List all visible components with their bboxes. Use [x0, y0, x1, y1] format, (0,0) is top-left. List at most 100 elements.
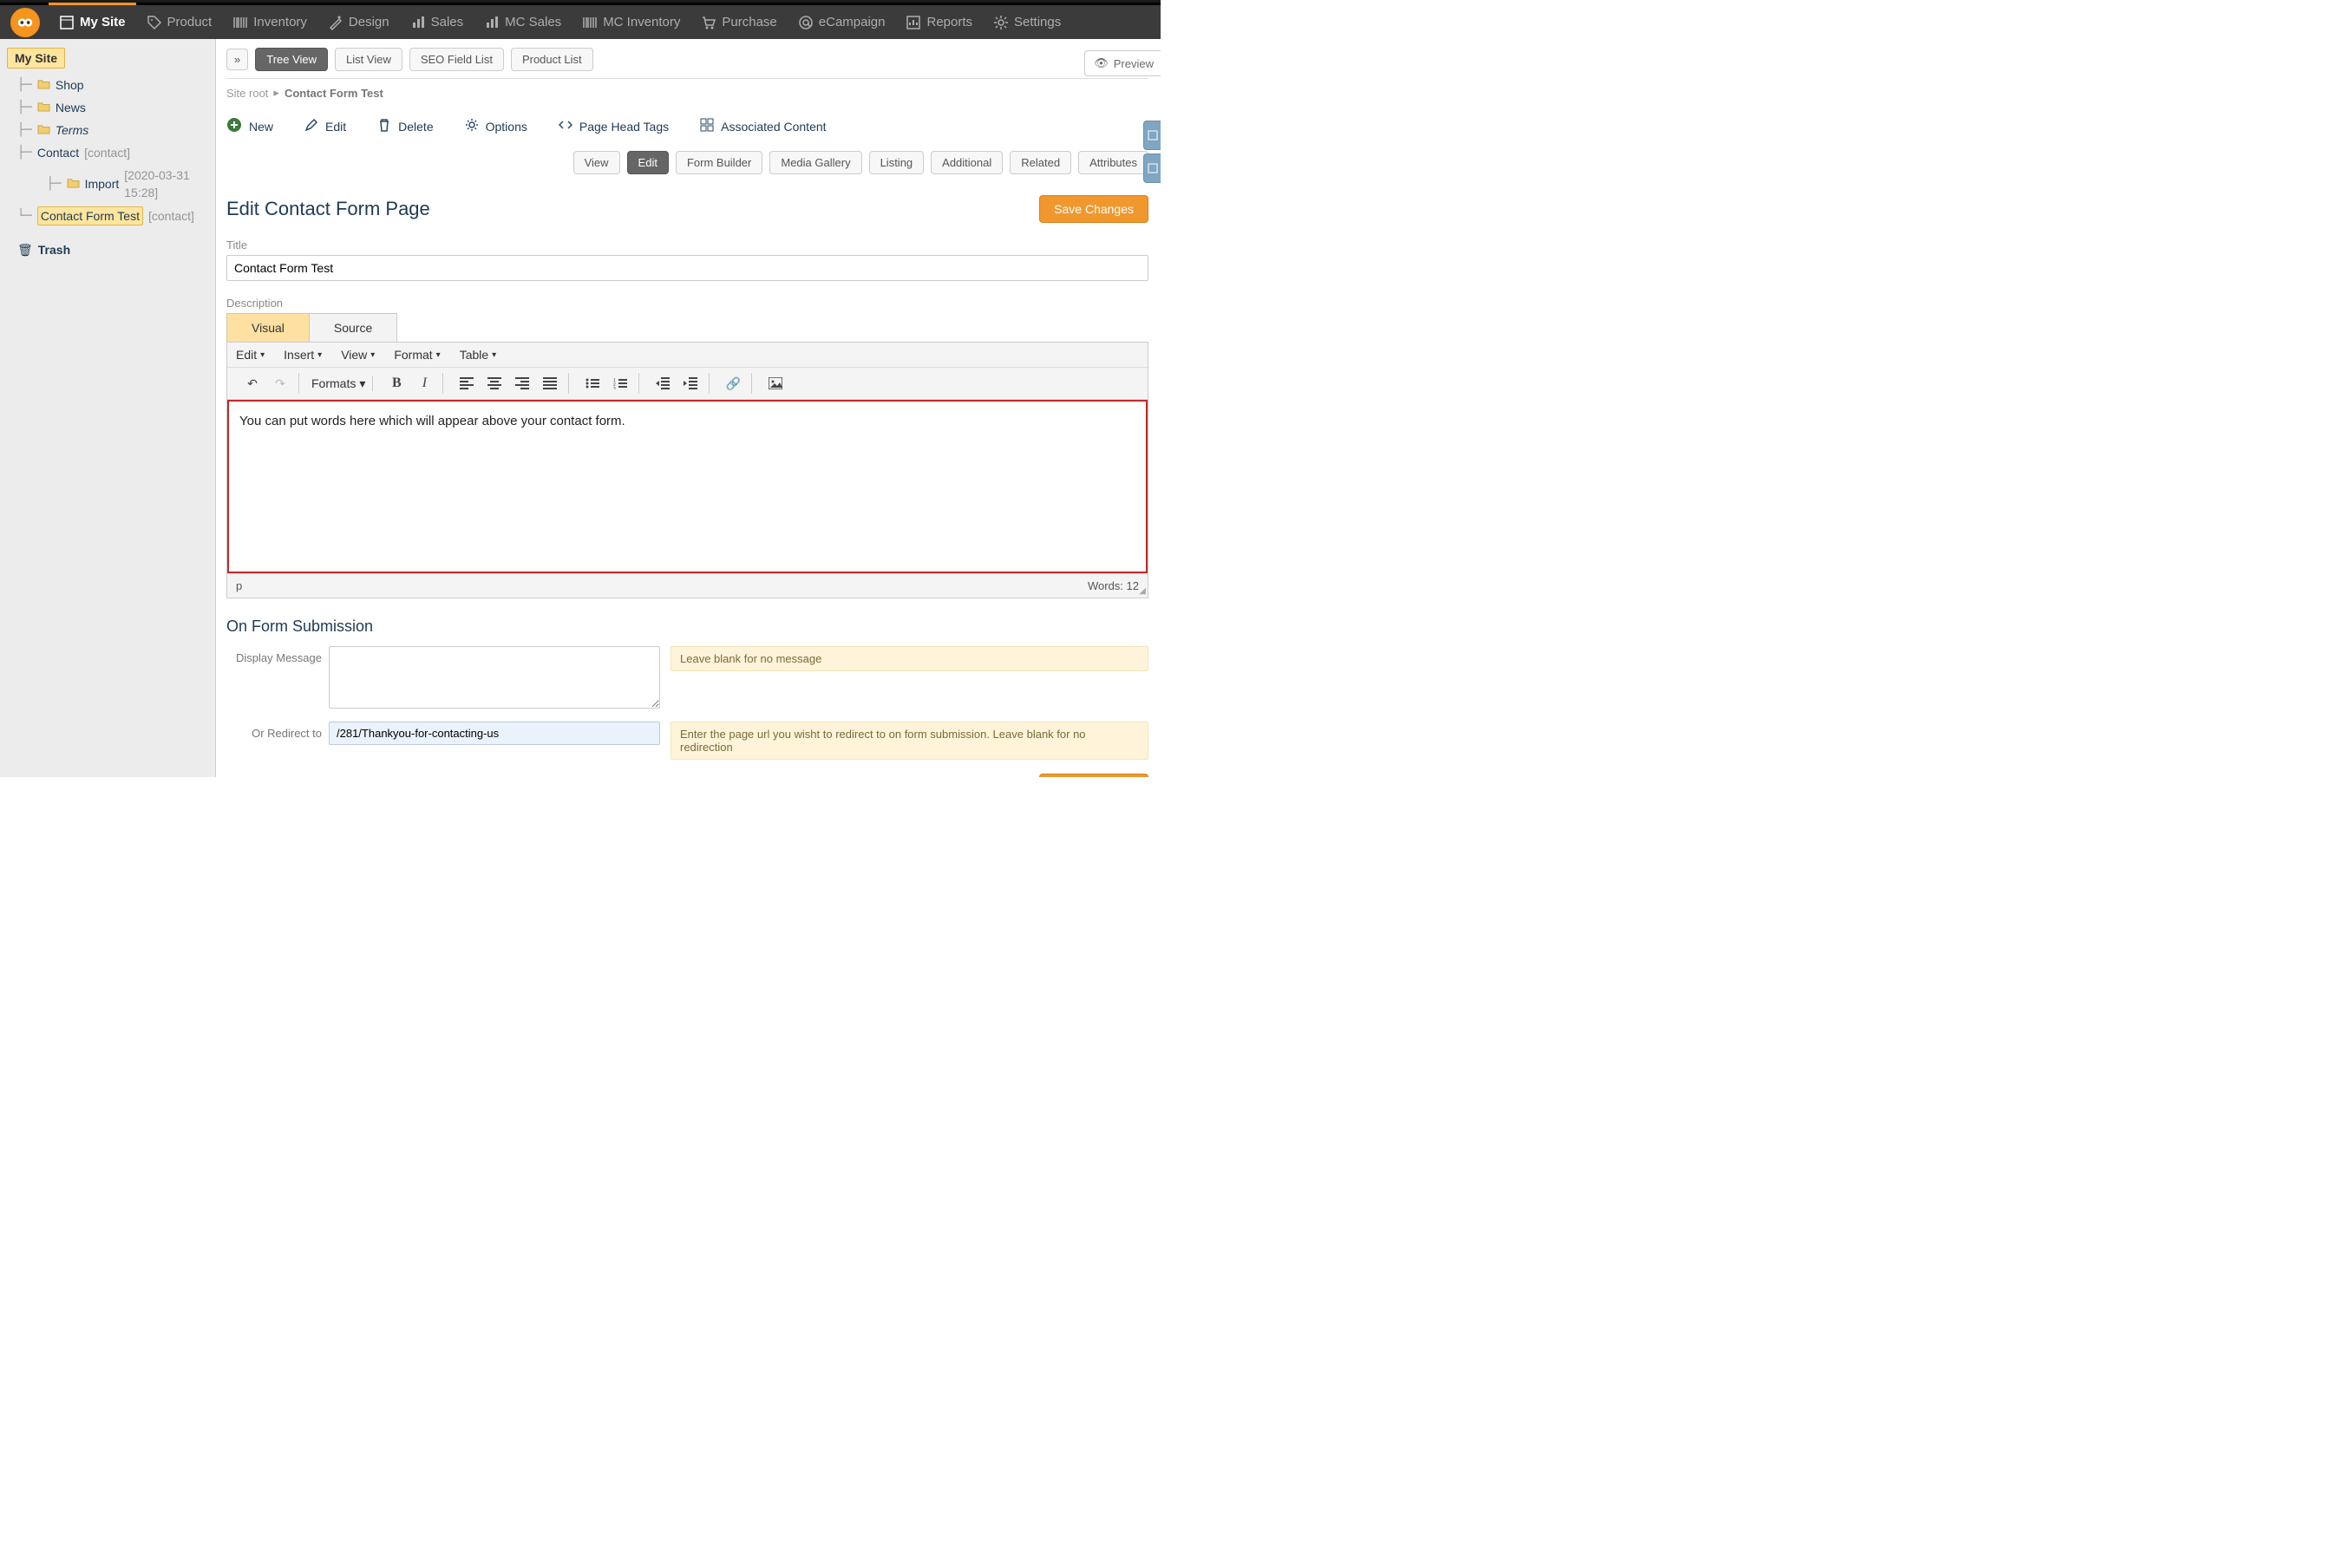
app-logo-icon[interactable] — [10, 8, 40, 37]
tree-item-news[interactable]: ├─ News — [16, 96, 208, 119]
tree-item-contact[interactable]: ├─Contact [contact] — [16, 141, 208, 164]
caret-down-icon: ▾ — [436, 350, 441, 360]
subtab-related[interactable]: Related — [1010, 151, 1071, 174]
tree-item-import[interactable]: ├─Import [2020-03-31 15:28] — [16, 164, 208, 204]
top-nav: My Site Product Inventory Design SalesMC Sal… — [0, 3, 1161, 39]
action-page-head-tags[interactable]: Page Head Tags — [559, 117, 669, 135]
editor-path[interactable]: p — [236, 579, 242, 592]
tree-label: Contact — [37, 144, 79, 161]
action-delete[interactable]: Delete — [377, 117, 433, 135]
subtab-view[interactable]: View — [573, 151, 620, 174]
nav-label: Settings — [1014, 15, 1061, 29]
nav-mc-inventory[interactable]: MC Inventory — [572, 5, 690, 39]
align-justify-icon[interactable] — [539, 373, 561, 394]
align-right-icon[interactable] — [511, 373, 533, 394]
editor-statusbar: p Words: 12 ◢ — [227, 573, 1148, 598]
sidebar-heading[interactable]: My Site — [7, 48, 65, 69]
expand-panel-button[interactable]: » — [226, 49, 248, 70]
caret-down-icon: ▾ — [317, 350, 322, 360]
folder-icon — [37, 121, 50, 139]
tree-item-shop[interactable]: ├─Shop — [16, 74, 208, 96]
nav-reports[interactable]: Reports — [895, 5, 983, 39]
side-sticky-2[interactable] — [1143, 154, 1161, 183]
viewbtn-tree-view[interactable]: Tree View — [255, 48, 328, 71]
nav-ecampaign[interactable]: eCampaign — [788, 5, 896, 39]
menu-view[interactable]: View ▾ — [341, 348, 375, 362]
tab-source[interactable]: Source — [310, 314, 396, 342]
folder-icon — [37, 99, 50, 116]
save-button-bottom[interactable]: Save Changes — [1039, 774, 1148, 777]
nav-purchase[interactable]: Purchase — [690, 5, 787, 39]
subtab-form-builder[interactable]: Form Builder — [676, 151, 762, 174]
nav-sales[interactable]: Sales — [400, 5, 474, 39]
viewbtn-seo-field-list[interactable]: SEO Field List — [409, 48, 504, 71]
nav-my-site[interactable]: My Site — [49, 5, 136, 39]
action-label: Edit — [325, 120, 346, 134]
save-button[interactable]: Save Changes — [1039, 195, 1148, 223]
subtab-listing[interactable]: Listing — [869, 151, 925, 174]
site-tree: ├─Shop ├─ News ├─Terms├─Contact [contact] ├… — [7, 74, 208, 228]
caret-down-icon: ▾ — [359, 376, 365, 391]
subtab-attributes[interactable]: Attributes — [1078, 151, 1148, 174]
display-message-textarea[interactable] — [329, 646, 660, 709]
code-icon — [559, 118, 572, 134]
editor-menubar: Edit ▾ Insert ▾ View ▾ Format ▾ Table ▾ — [227, 343, 1148, 368]
subtab-media-gallery[interactable]: Media Gallery — [769, 151, 861, 174]
breadcrumb-root[interactable]: Site root — [226, 87, 268, 100]
editor-mode-tabs: Visual Source — [226, 313, 397, 342]
nav-label: Reports — [926, 15, 972, 29]
side-sticky-1[interactable] — [1143, 121, 1161, 150]
nav-label: Design — [349, 15, 389, 29]
redirect-input[interactable] — [329, 722, 660, 745]
menu-edit[interactable]: Edit ▾ — [236, 348, 265, 362]
numbered-list-icon[interactable]: 123 — [609, 373, 631, 394]
align-left-icon[interactable] — [455, 373, 478, 394]
viewbtn-list-view[interactable]: List View — [335, 48, 402, 71]
resize-handle-icon[interactable]: ◢ — [1139, 586, 1146, 596]
menu-format[interactable]: Format ▾ — [394, 348, 440, 362]
action-options[interactable]: Options — [465, 117, 527, 135]
subtab-additional[interactable]: Additional — [931, 151, 1003, 174]
main-panel: » Tree View List View SEO Field List Produc… — [216, 39, 1161, 777]
subtab-edit[interactable]: Edit — [627, 151, 669, 174]
tree-item-terms[interactable]: ├─Terms — [16, 119, 208, 141]
tree-suffix: [contact] — [84, 144, 130, 161]
tab-visual[interactable]: Visual — [227, 314, 310, 342]
indent-icon[interactable] — [679, 373, 702, 394]
action-new[interactable]: New — [226, 117, 273, 135]
action-associated-content[interactable]: Associated Content — [700, 117, 826, 135]
nav-label: Product — [167, 15, 213, 29]
action-edit[interactable]: Edit — [304, 117, 346, 135]
italic-icon[interactable]: I — [413, 373, 435, 394]
outdent-icon[interactable] — [651, 373, 674, 394]
preview-button[interactable]: 👁 Preview — [1084, 50, 1161, 76]
sidebar: My Site ├─Shop ├─ News ├─Terms├─Contact [co… — [0, 39, 216, 777]
tree-line: ├─ — [17, 99, 32, 116]
nav-design[interactable]: Design — [317, 5, 400, 39]
site-icon — [59, 15, 75, 30]
caret-down-icon: ▾ — [492, 350, 496, 360]
undo-icon[interactable]: ↶ — [241, 373, 264, 394]
nav-settings[interactable]: Settings — [983, 5, 1071, 39]
image-icon[interactable] — [764, 373, 787, 394]
title-input[interactable] — [226, 255, 1148, 281]
nav-label: Purchase — [722, 15, 776, 29]
viewbtn-product-list[interactable]: Product List — [511, 48, 593, 71]
nav-inventory[interactable]: Inventory — [222, 5, 317, 39]
editor-body[interactable]: You can put words here which will appear… — [227, 400, 1148, 573]
view-toolbar: » Tree View List View SEO Field List Produc… — [226, 48, 1148, 71]
redo-icon[interactable]: ↷ — [269, 373, 291, 394]
tree-label: News — [56, 99, 86, 116]
tree-item-contact-form-test[interactable]: └─Contact Form Test [contact] — [16, 204, 208, 228]
link-icon[interactable]: 🔗 — [722, 373, 744, 394]
svg-text:3: 3 — [613, 387, 616, 389]
nav-mc-sales[interactable]: MC Sales — [474, 5, 572, 39]
bullet-list-icon[interactable] — [581, 373, 604, 394]
bold-icon[interactable]: B — [385, 373, 408, 394]
align-center-icon[interactable] — [483, 373, 506, 394]
menu-insert[interactable]: Insert ▾ — [284, 348, 322, 362]
menu-table[interactable]: Table ▾ — [460, 348, 497, 362]
nav-product[interactable]: Product — [136, 5, 223, 39]
trash-item[interactable]: 🗑 Trash — [16, 238, 208, 261]
formats-dropdown[interactable]: Formats ▾ — [311, 376, 365, 391]
